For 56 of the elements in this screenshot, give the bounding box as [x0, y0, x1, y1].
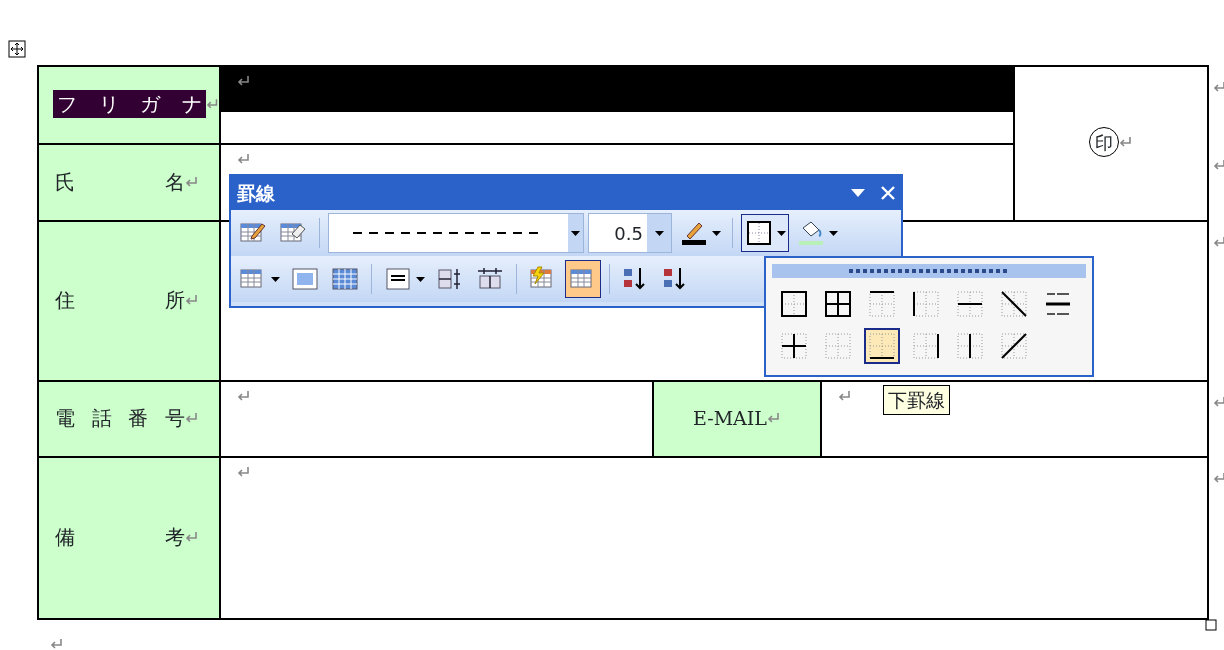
paragraph-mark-icon: [185, 175, 199, 188]
move-handle-icon[interactable]: [8, 40, 26, 58]
caret-icon: [570, 230, 580, 236]
row-label: 住所: [55, 287, 185, 314]
border-top-icon: [867, 289, 897, 319]
grip-dots-icon: [849, 269, 1009, 273]
border-outside-icon: [779, 289, 809, 319]
borders-button[interactable]: [741, 214, 789, 252]
tooltip: 下罫線: [883, 385, 950, 415]
paragraph-mark-icon: [237, 153, 251, 165]
options-caret-icon[interactable]: [851, 189, 865, 197]
close-icon[interactable]: [881, 186, 895, 200]
border-inside-vertical-icon: [955, 331, 985, 361]
caret-icon: [777, 230, 786, 236]
paragraph-mark-icon: [185, 294, 199, 306]
email-label: E-MAIL: [693, 405, 767, 431]
border-option[interactable]: [864, 328, 900, 364]
paragraph-mark-icon: [838, 390, 852, 402]
paragraph-mark-icon: [50, 638, 64, 650]
caret-icon: [712, 230, 721, 236]
toolbar-title: 罫線: [237, 180, 275, 206]
border-right-icon: [911, 331, 941, 361]
border-bottom-icon: [867, 331, 897, 361]
border-inside-icon: [779, 331, 809, 361]
border-icon: [744, 218, 774, 248]
menu-grip[interactable]: [772, 264, 1086, 278]
border-all-icon: [823, 289, 853, 319]
paragraph-mark-icon: [237, 466, 251, 478]
border-inside-horizontal-icon: [955, 289, 985, 319]
paragraph-mark-icon: [185, 412, 199, 424]
border-none-icon: [823, 331, 853, 361]
paragraph-mark-icon: [205, 98, 219, 110]
paragraph-mark-icon: [185, 531, 199, 543]
border-diagonal-up-icon: [999, 331, 1029, 361]
paragraph-mark-icon: [1213, 159, 1224, 171]
paragraph-mark-icon: [1213, 396, 1224, 408]
gridlines-button[interactable]: [565, 260, 601, 298]
caret-icon: [829, 230, 838, 236]
caret-icon: [654, 230, 664, 236]
row-label: フリガナ: [53, 90, 206, 118]
border-diagonal-down-icon: [999, 289, 1029, 319]
paragraph-mark-icon: [237, 75, 251, 87]
paragraph-mark-icon: [766, 412, 781, 424]
paragraph-mark-icon: [1213, 472, 1224, 484]
caret-icon: [271, 276, 280, 282]
paragraph-mark-icon: [1213, 81, 1224, 93]
border-left-icon: [911, 289, 941, 319]
caret-icon: [416, 276, 425, 282]
row-label: 備考: [55, 524, 185, 551]
row-label: 電話番号: [55, 405, 185, 432]
row-label: 氏名: [55, 168, 185, 196]
line-style-dropdown[interactable]: [328, 213, 584, 253]
paragraph-mark-icon: [1119, 136, 1134, 148]
resize-handle-icon[interactable]: [1205, 619, 1217, 631]
paragraph-mark-icon: [1213, 236, 1224, 248]
paragraph-mark-icon: [237, 390, 251, 402]
